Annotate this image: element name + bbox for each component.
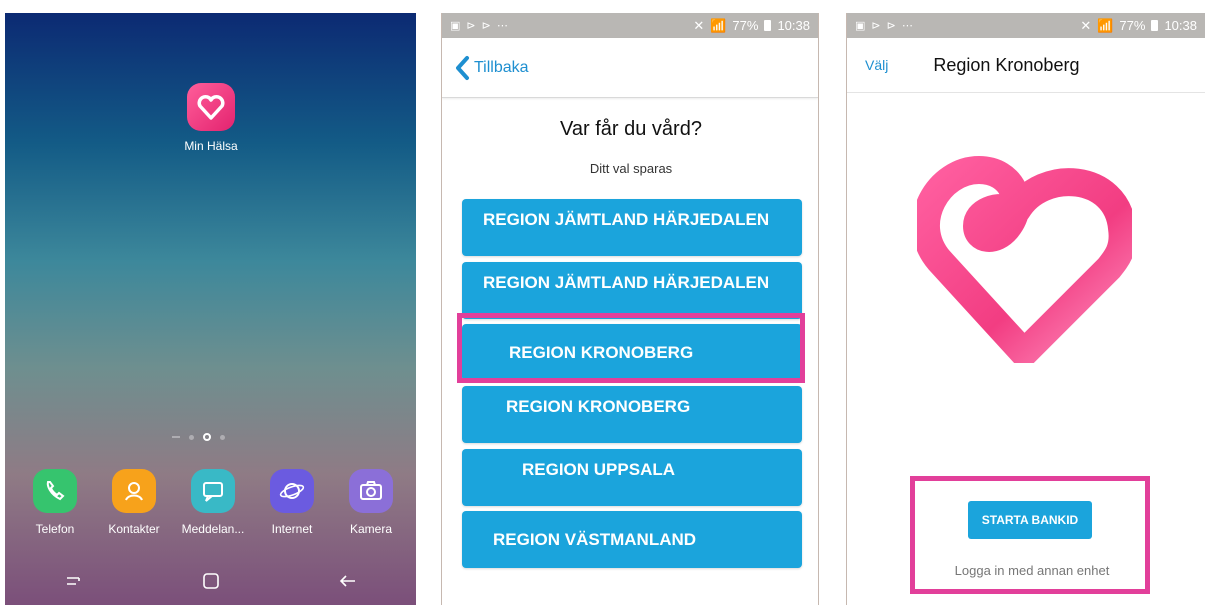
system-status: ✕ 📶 77% 10:38 — [693, 18, 810, 34]
region-button[interactable]: REGION JÄMTLAND HÄRJEDALEN — [462, 199, 802, 256]
page-indicator — [172, 433, 225, 441]
clock: 10:38 — [777, 18, 810, 33]
app-label: Min Hälsa — [184, 139, 238, 153]
app-dock: Telefon Kontakter Meddelan... Internet K… — [19, 469, 407, 536]
battery-icon — [1151, 20, 1159, 31]
region-selection-screen: ▣ ⊳ ⊳ ⋯ ✕ 📶 77% 10:38 Tillbaka Var får d… — [441, 13, 819, 605]
notification-icons: ▣ ⊳ ⊳ ⋯ — [450, 19, 508, 32]
status-bar: ▣ ⊳ ⊳ ⋯ ✕ 📶 77% 10:38 — [442, 13, 818, 38]
top-bar: Tillbaka — [442, 38, 818, 98]
more-icon: ⋯ — [901, 20, 913, 32]
chevron-left-icon — [456, 55, 469, 80]
home-button[interactable] — [191, 566, 231, 596]
recent-apps-button[interactable] — [54, 566, 94, 596]
play-icon: ⊳ — [481, 20, 491, 32]
other-device-login-link[interactable]: Logga in med annan enhet — [907, 563, 1157, 578]
min-halsa-app-shortcut[interactable]: Min Hälsa — [173, 83, 249, 153]
home-screen: Min Hälsa Telefon Kontakter Meddelan... — [5, 13, 416, 605]
battery-label: 77% — [1119, 18, 1146, 33]
battery-icon — [764, 20, 772, 31]
play-icon: ⊳ — [871, 20, 881, 32]
android-navigation-bar — [5, 557, 416, 605]
region-button-kronoberg[interactable]: REGION KRONOBERG — [462, 324, 802, 381]
dock-item-kamera[interactable]: Kamera — [335, 469, 407, 536]
page-title: Var får du vård? — [560, 118, 702, 140]
back-button[interactable] — [328, 566, 368, 596]
signal-icon: 📶 — [710, 17, 727, 33]
valj-link[interactable]: Välj — [865, 57, 888, 73]
region-button[interactable]: REGION JÄMTLAND HÄRJEDALEN — [462, 262, 802, 319]
mute-icon: ✕ — [1080, 17, 1092, 33]
region-button[interactable]: REGION UPPSALA — [462, 449, 802, 506]
system-status: ✕ 📶 77% 10:38 — [1080, 18, 1197, 34]
top-bar: Välj Region Kronoberg — [847, 38, 1205, 93]
battery-label: 77% — [732, 18, 759, 33]
camera-icon — [349, 469, 393, 513]
region-button[interactable]: REGION VÄSTMANLAND — [462, 511, 802, 568]
image-icon: ▣ — [855, 20, 866, 32]
start-bankid-button[interactable]: STARTA BANKID — [968, 501, 1092, 539]
heart-app-icon — [187, 83, 235, 131]
page-subtitle: Ditt val sparas — [589, 161, 673, 176]
internet-icon — [270, 469, 314, 513]
dock-item-kontakter[interactable]: Kontakter — [98, 469, 170, 536]
phone-icon — [33, 469, 77, 513]
page-title: Region Kronoberg — [933, 54, 1080, 75]
more-icon: ⋯ — [496, 20, 508, 32]
notification-icons: ▣ ⊳ ⊳ ⋯ — [855, 19, 913, 32]
mute-icon: ✕ — [693, 17, 705, 33]
contacts-icon — [112, 469, 156, 513]
dock-item-meddelanden[interactable]: Meddelan... — [177, 469, 249, 536]
status-bar: ▣ ⊳ ⊳ ⋯ ✕ 📶 77% 10:38 — [847, 13, 1205, 38]
clock: 10:38 — [1164, 18, 1197, 33]
image-icon: ▣ — [450, 20, 461, 32]
back-link[interactable]: Tillbaka — [454, 55, 529, 81]
dock-item-internet[interactable]: Internet — [256, 469, 328, 536]
region-button[interactable]: REGION KRONOBERG — [462, 386, 802, 443]
play-icon: ⊳ — [466, 20, 476, 32]
messages-icon — [191, 469, 235, 513]
dock-item-telefon[interactable]: Telefon — [19, 469, 91, 536]
play-icon: ⊳ — [886, 20, 896, 32]
login-screen: ▣ ⊳ ⊳ ⋯ ✕ 📶 77% 10:38 Välj Region Kronob… — [846, 13, 1205, 605]
heart-logo-icon — [912, 148, 1137, 368]
signal-icon: 📶 — [1097, 17, 1114, 33]
